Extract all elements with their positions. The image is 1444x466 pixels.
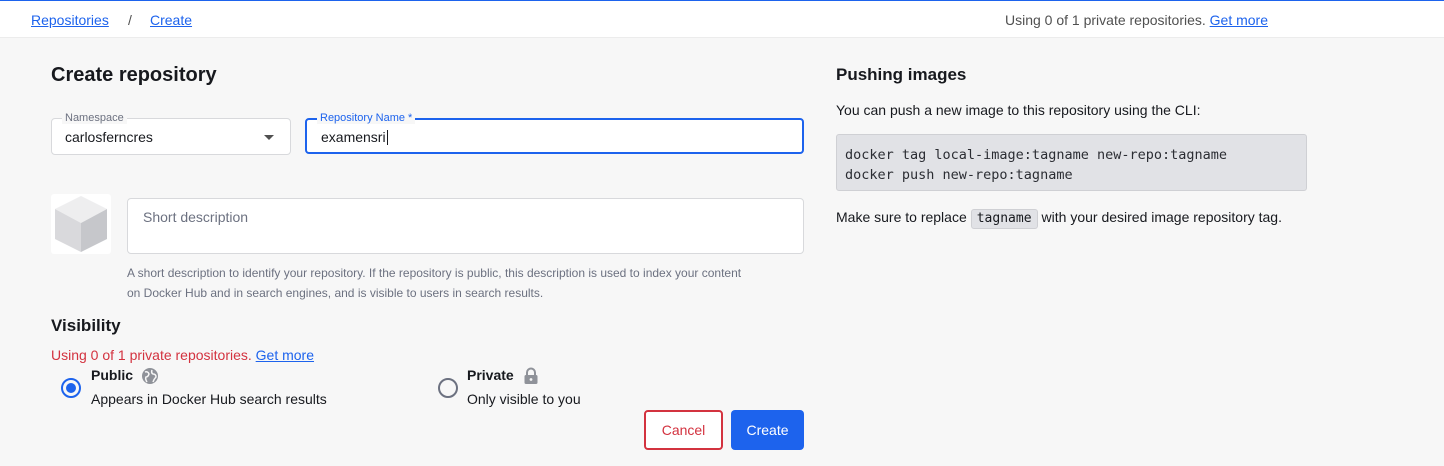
text-cursor [386,130,388,145]
repository-name-value: examensri [321,129,386,145]
create-button[interactable]: Create [731,410,804,450]
public-option-title: Public [91,367,134,383]
chevron-down-icon [264,135,274,140]
note-text-after: with your desired image repository tag. [1041,209,1282,225]
repository-name-label: Repository Name * [317,112,416,124]
repository-avatar [51,194,111,254]
cancel-button[interactable]: Cancel [644,410,723,450]
breadcrumb-repositories-link[interactable]: Repositories [31,12,109,28]
namespace-label: Namespace [62,112,127,124]
cli-code-block: docker tag local-image:tagname new-repo:… [836,134,1307,191]
helper-line-1: A short description to identify your rep… [127,266,742,280]
visibility-usage-text: Using 0 of 1 private repositories. [51,347,252,363]
lock-icon [524,367,538,384]
page-title: Create repository [51,64,217,86]
helper-line-2: on Docker Hub and in search engines, and… [127,285,544,300]
note-text-before: Make sure to replace [836,209,967,225]
short-description-input[interactable]: Short description [127,198,804,254]
private-option-subtitle: Only visible to you [467,391,581,407]
top-usage-text: Using 0 of 1 private repositories. [1005,12,1206,28]
visibility-get-more-link[interactable]: Get more [256,347,314,363]
cube-icon [55,196,107,252]
namespace-value: carlosferncres [65,129,153,145]
short-description-placeholder: Short description [143,209,249,225]
namespace-select[interactable]: Namespace carlosferncres [51,112,291,155]
visibility-usage-info: Using 0 of 1 private repositories. Get m… [51,347,314,363]
visibility-title: Visibility [51,316,121,335]
globe-icon [142,368,158,384]
code-line: docker tag local-image:tagname new-repo:… [845,147,1228,163]
public-radio[interactable] [61,378,81,398]
pushing-images-title: Pushing images [836,65,967,84]
tagname-code: tagname [970,209,1038,229]
code-line: docker push new-repo:tagname [845,167,1073,183]
private-radio[interactable] [438,378,458,398]
top-bar: Repositories / Create Using 0 of 1 priva… [0,0,1444,38]
top-get-more-link[interactable]: Get more [1210,12,1268,28]
breadcrumb-create-link[interactable]: Create [150,12,192,28]
top-usage-info: Using 0 of 1 private repositories. Get m… [1005,12,1268,28]
repository-name-input[interactable]: Repository Name * examensri [305,112,804,154]
pushing-images-intro: You can push a new image to this reposit… [836,102,1201,118]
private-option-title: Private [467,367,514,383]
breadcrumb-separator: / [128,12,132,28]
public-option-subtitle: Appears in Docker Hub search results [91,391,327,407]
replace-tag-note: Make sure to replace tagname with your des… [836,207,1316,229]
description-helper-text: A short description to identify your rep… [127,264,797,303]
